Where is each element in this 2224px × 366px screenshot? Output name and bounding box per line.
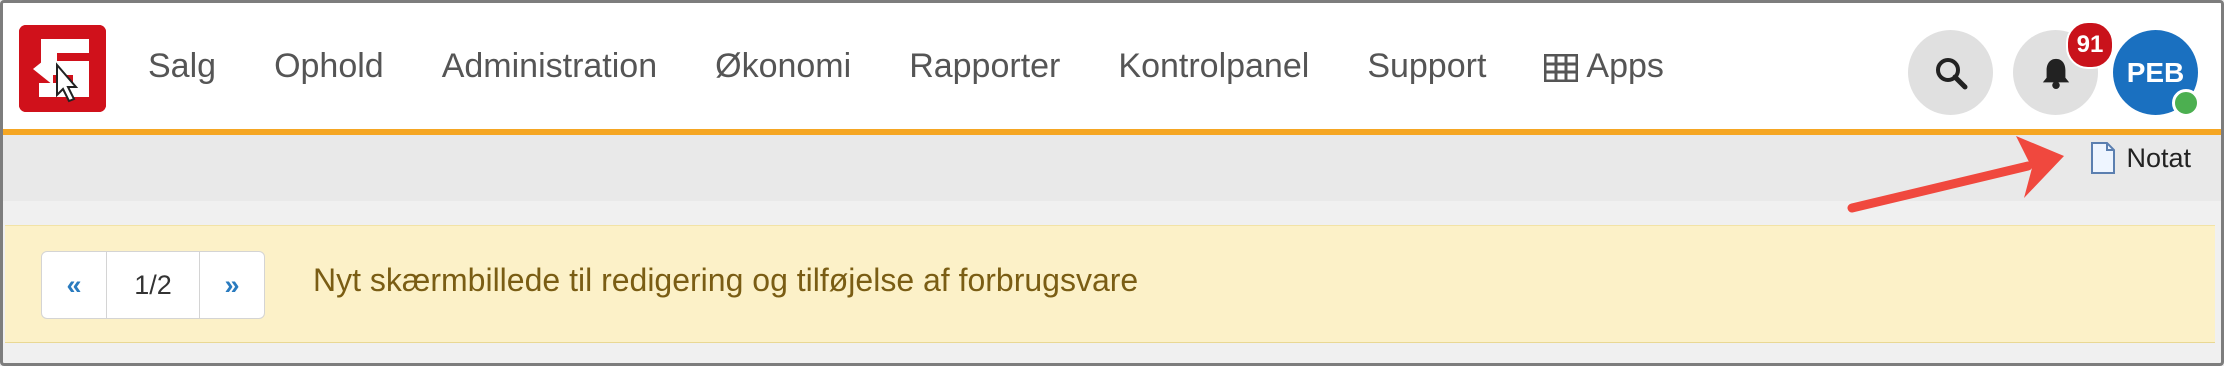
grid-icon [1543, 52, 1579, 83]
search-button[interactable] [1908, 30, 1993, 115]
nav-item-salg[interactable]: Salg [148, 47, 216, 86]
pager-next-button[interactable]: » [200, 252, 264, 318]
bell-icon [2042, 58, 2069, 89]
nav-item-support[interactable]: Support [1367, 47, 1486, 86]
note-button-label: Notat [2126, 142, 2191, 173]
notification-count-badge: 91 [2066, 21, 2114, 69]
online-status-indicator [2172, 89, 2200, 117]
nav-item-kontrolpanel[interactable]: Kontrolpanel [1118, 47, 1309, 86]
banner-message: Nyt skærmbillede til redigering og tilfø… [313, 262, 1139, 298]
banner-pager: « 1/2 » [41, 251, 265, 319]
annotation-arrow [1847, 136, 2064, 213]
pager-prev-button[interactable]: « [42, 252, 106, 318]
app-frame: Salg Ophold Administration Økonomi Rappo… [0, 0, 2224, 366]
pager-page-indicator: 1/2 [106, 252, 200, 318]
top-navbar: Salg Ophold Administration Økonomi Rappo… [3, 3, 2221, 135]
search-icon [1935, 57, 1967, 89]
nav-item-rapporter[interactable]: Rapporter [909, 47, 1060, 86]
nav-item-ophold[interactable]: Ophold [274, 47, 384, 86]
logo-icon [19, 25, 106, 112]
main-menu: Salg Ophold Administration Økonomi Rappo… [148, 3, 1722, 129]
note-button[interactable]: Notat [2090, 141, 2191, 175]
nav-item-apps-label: Apps [1586, 46, 1664, 85]
info-banner: « 1/2 » Nyt skærmbillede til redigering … [5, 225, 2215, 343]
nav-item-okonomi[interactable]: Økonomi [715, 47, 851, 86]
document-icon [2090, 141, 2116, 175]
user-initials: PEB [2126, 56, 2185, 88]
app-logo[interactable] [19, 25, 106, 112]
nav-item-apps[interactable]: Apps [1543, 46, 1664, 86]
nav-item-administration[interactable]: Administration [442, 47, 657, 86]
